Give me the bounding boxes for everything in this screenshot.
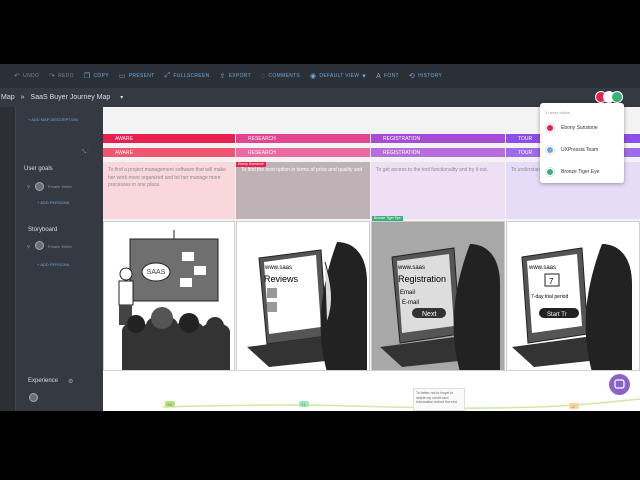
browser-url-text: www.saas (397, 265, 425, 271)
font-button[interactable]: A FONT (376, 73, 399, 80)
undo-icon: ↶ (14, 73, 21, 80)
avatar (35, 241, 44, 250)
online-user-row[interactable]: Ebony Sunstone (545, 123, 598, 133)
trial-period-text: 7-day trial period (531, 294, 568, 300)
breadcrumb-map[interactable]: Map (1, 94, 15, 101)
chat-widget-button[interactable] (609, 374, 630, 395)
storyboard-frame-tour[interactable]: www.saas 7 7-day trial period Start Tr (506, 221, 640, 371)
default-view-button[interactable]: ◉ DEFAULT VIEW ▾ (310, 72, 366, 80)
eye-icon: ◉ (310, 73, 317, 80)
online-user-row[interactable]: UXPressia Team (545, 145, 598, 155)
registration-laptop-illustration: www.saas Registration Email E-mail Next (380, 244, 500, 370)
reviews-heading-text: Reviews (264, 274, 299, 284)
persona-row-icon: ⚲ (27, 244, 30, 249)
email-field-text: E-mail (402, 300, 419, 306)
present-button[interactable]: ▭ PRESENT (119, 72, 155, 80)
reviews-laptop-illustration: www.saas Reviews (247, 242, 367, 370)
avatar (29, 393, 38, 402)
experience-score: -2 (571, 404, 575, 409)
stage-header-registration[interactable]: REGISTRATION (371, 134, 505, 143)
avatar (35, 182, 44, 191)
online-users-popup: 3 users online Ebony Sunstone UXPressia … (540, 103, 624, 183)
collapsed-nav-strip (0, 107, 16, 411)
breadcrumb-separator: » (20, 94, 25, 101)
chat-icon (614, 379, 625, 389)
redo-button[interactable]: ↷ REDO (49, 72, 74, 80)
experience-score: +3 (167, 402, 172, 407)
export-button[interactable]: ⇪ EXPORT (220, 72, 251, 80)
title-dropdown-icon[interactable]: ▾ (120, 94, 123, 101)
redo-icon: ↷ (49, 73, 56, 80)
font-icon: A (376, 72, 382, 80)
screen-letterbox-bottom (0, 411, 640, 480)
collaborator-tag: Ebony Sunstone (236, 162, 266, 167)
storyboard-frame-aware[interactable]: SAAS (103, 221, 235, 371)
presentation-illustration: SAAS (118, 230, 230, 370)
drag-handle-icon[interactable]: ⤡ ⋮ (82, 149, 89, 155)
avatar (545, 123, 555, 133)
stage-header-aware[interactable]: AWARE (103, 134, 235, 143)
email-field-text: Email (400, 290, 415, 296)
stage-header-research[interactable]: RESEARCH (236, 134, 370, 143)
calendar-day-text: 7 (549, 277, 554, 286)
undo-button[interactable]: ↶ UNDO (14, 72, 39, 80)
start-trial-button-text: Start Tr (547, 312, 567, 318)
substage-aware[interactable]: AWARE (103, 148, 235, 157)
saas-cloud-text: SAAS (147, 269, 166, 276)
add-persona-button[interactable]: + ADD PERSONA (37, 200, 69, 205)
storyboard-frame-registration[interactable]: www.saas Registration Email E-mail Next (371, 221, 505, 371)
substage-research[interactable]: RESEARCH (236, 148, 370, 157)
substage-registration[interactable]: REGISTRATION (371, 148, 505, 157)
persona-row-icon: ⚲ (27, 184, 30, 189)
registration-heading-text: Registration (398, 274, 446, 284)
avatar (545, 145, 555, 155)
experience-row: +3 +1 -2 To better not to forget to dele… (103, 371, 640, 411)
experience-score: +1 (301, 402, 306, 407)
next-button-text: Next (422, 311, 436, 318)
browser-url-text: www.saas (528, 265, 556, 271)
history-icon: ⟲ (408, 73, 416, 80)
experience-note[interactable]: To better not to forget to delete my cre… (413, 388, 465, 411)
persona-name: Emalie Writer (48, 244, 72, 249)
goal-cell-research[interactable]: To find the best option in terms of pric… (236, 162, 370, 219)
comments-icon: ◌ (260, 72, 266, 80)
tour-laptop-illustration: www.saas 7 7-day trial period Start Tr (512, 244, 632, 370)
goal-cell-registration[interactable]: To get access to the tool functionality … (371, 162, 505, 219)
storyboard-frame-research[interactable]: www.saas Reviews (236, 221, 370, 371)
persona-name: Emalie Writer (48, 184, 72, 189)
add-persona-button[interactable]: + ADD PERSONA (37, 262, 69, 267)
online-users-avatars[interactable] (595, 91, 623, 103)
online-user-row[interactable]: Bronze Tiger Eye (545, 167, 599, 177)
chevron-down-icon: ▾ (362, 73, 367, 80)
fullscreen-icon: ⤢ (164, 72, 171, 79)
screen-letterbox-top (0, 0, 640, 64)
avatar[interactable] (611, 91, 623, 103)
copy-icon: ❐ (83, 73, 91, 80)
comments-button[interactable]: ◌ COMMENTS (261, 73, 300, 80)
export-icon: ⇪ (219, 73, 226, 80)
goal-cell-aware[interactable]: To find a project management software th… (103, 162, 235, 219)
fullscreen-button[interactable]: ⤢ FULLSCREEN (165, 72, 210, 80)
add-map-description-button[interactable]: + ADD MAP DESCRIPTION (28, 117, 78, 122)
map-title[interactable]: SaaS Buyer Journey Map (31, 94, 111, 101)
section-label-storyboard: Storyboard (28, 227, 58, 233)
copy-button[interactable]: ❐ COPY (84, 72, 109, 80)
avatar (545, 167, 555, 177)
section-label-user-goals: User goals (24, 166, 53, 172)
top-toolbar: ↶ UNDO ↷ REDO ❐ COPY ▭ PRESENT ⤢ FULLSCREEN ⇪… (0, 64, 640, 88)
collaborator-tag: Bronze Tiger Eye (372, 216, 403, 221)
gear-icon[interactable]: ⚙ (68, 378, 73, 385)
experience-curve (162, 398, 640, 409)
history-button[interactable]: ⟲ HISTORY (409, 72, 442, 80)
present-icon: ▭ (118, 73, 126, 80)
browser-url-text: www.saas (264, 265, 292, 271)
popup-header: 3 users online (545, 110, 570, 115)
section-label-experience: Experience (28, 378, 59, 384)
